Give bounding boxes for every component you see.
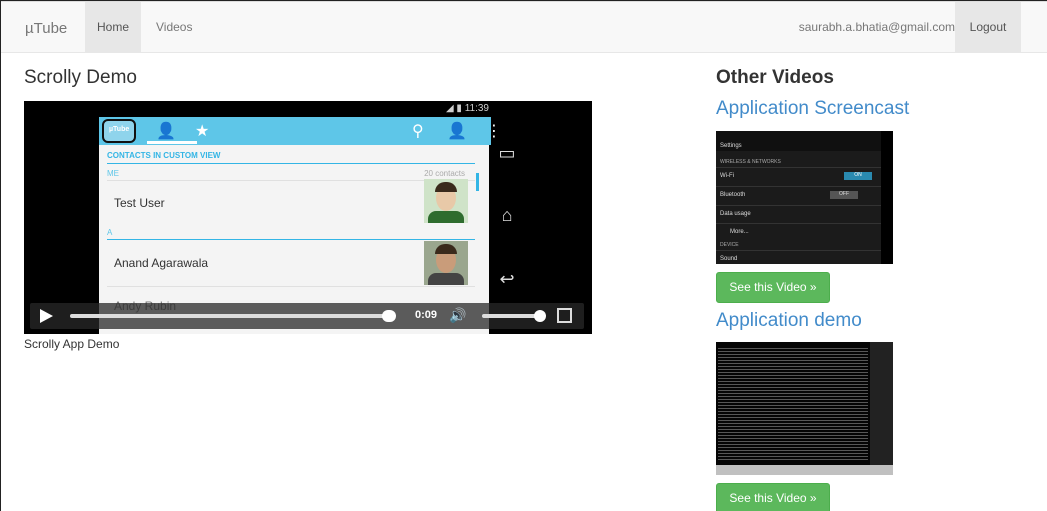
app-logo-icon: µTube [102,119,136,143]
row-divider [107,180,475,181]
browser-page: µTube Home Videos saurabh.a.bhatia@gmail… [0,0,1047,511]
back-icon: ↩ [499,269,515,289]
contact-name: Test User [114,196,165,210]
settings-section: WIRELESS & NETWORKS [720,159,781,165]
scroll-indicator [476,173,479,191]
android-action-bar: µTube 👤 ★ ⚲ 👤 ⋮ [99,117,502,145]
page-title: Scrolly Demo [24,67,137,88]
android-status-bar: ◢ ▮ 11:39 [99,101,491,117]
group-a: A [107,228,113,237]
taskbar [716,465,893,475]
signal-icon: ◢ ▮ [445,103,465,114]
more-row: More... [730,229,749,235]
group-me: ME [107,169,119,178]
elapsed-time: 0:09 [415,309,438,321]
section-divider [107,239,475,240]
video-link-screencast[interactable]: Application Screencast [716,98,909,120]
settings-header: Settings [720,143,742,149]
star-icon: ★ [195,123,210,140]
volume-icon[interactable]: 🔊 [449,307,466,324]
progress-bar[interactable] [70,314,388,318]
row-divider [107,286,475,287]
wifi-toggle: ON [844,172,872,180]
add-contact-icon: 👤 [447,123,467,140]
fullscreen-icon[interactable] [557,308,572,323]
section-divider [107,163,475,164]
nav-home[interactable]: Home [85,2,142,53]
overflow-menu-icon: ⋮ [486,123,502,140]
contact-name: Anand Agarawala [114,256,209,270]
sound-row: Sound [720,256,738,262]
logout-link[interactable]: Logout [955,2,1021,53]
section-header: CONTACTS IN CUSTOM VIEW [107,151,221,160]
see-video-button[interactable]: See this Video » [716,272,830,303]
bluetooth-toggle: OFF [830,191,858,199]
tab-indicator [147,141,197,144]
nav-videos[interactable]: Videos [144,2,204,53]
avatar [424,179,468,223]
other-videos-heading: Other Videos [716,67,834,88]
contacts-tab-icon: 👤 [156,123,176,140]
home-icon: ⌂ [501,205,513,225]
video-player[interactable]: ◢ ▮ 11:39 µTube 👤 ★ ⚲ 👤 ⋮ CONTACTS IN CU… [24,101,592,334]
video-caption: Scrolly App Demo [24,337,120,351]
brand-link[interactable]: µTube [25,20,67,37]
recent-apps-icon: ▭ [498,143,516,163]
status-time: 11:39 [464,103,489,114]
data-usage-row: Data usage [720,211,751,217]
see-video-button[interactable]: See this Video » [716,483,830,511]
volume-handle[interactable] [534,310,546,322]
navbar: µTube Home Videos saurabh.a.bhatia@gmail… [1,1,1047,53]
play-icon[interactable] [40,309,53,323]
device-section: DEVICE [720,242,739,248]
thumbnail-screencast[interactable]: Settings WIRELESS & NETWORKS Wi-Fi ON Bl… [716,131,893,264]
volume-bar[interactable] [482,314,542,318]
terminal-output [718,346,868,461]
player-controls: 0:09 🔊 [30,303,584,329]
avatar [424,241,468,285]
search-icon: ⚲ [412,123,424,140]
contacts-count: 20 contacts [424,169,465,178]
user-email[interactable]: saurabh.a.bhatia@gmail.com [799,2,955,53]
video-link-demo[interactable]: Application demo [716,310,862,332]
progress-handle[interactable] [382,310,396,322]
thumbnail-demo[interactable] [716,342,893,475]
